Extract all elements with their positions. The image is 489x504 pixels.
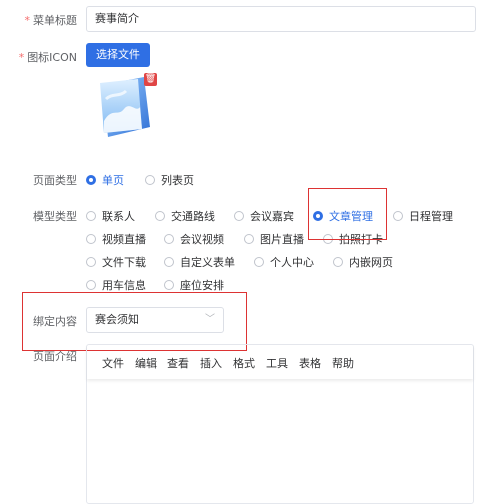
- radio-dot-icon: [86, 280, 96, 290]
- radio-model-option[interactable]: 会议嘉宾: [234, 208, 294, 224]
- radio-model-option[interactable]: 日程管理: [393, 208, 453, 224]
- menu-title-input[interactable]: 赛事简介: [86, 6, 476, 32]
- menu-view[interactable]: 查看: [167, 355, 189, 371]
- page-intro-label: 页面介绍: [33, 350, 77, 363]
- radio-dot-icon: [393, 211, 403, 221]
- model-type-label: 模型类型: [33, 210, 77, 223]
- radio-model-option[interactable]: 个人中心: [254, 254, 314, 270]
- radio-dot-icon: [333, 257, 343, 267]
- radio-dot-icon: [155, 211, 165, 221]
- menu-insert[interactable]: 插入: [200, 355, 222, 371]
- radio-model-option[interactable]: 内嵌网页: [333, 254, 393, 270]
- highlight-box-article: [308, 188, 387, 240]
- required-mark: *: [24, 14, 31, 27]
- radio-model-option[interactable]: 会议视频: [164, 231, 224, 247]
- radio-model-option[interactable]: 交通路线: [155, 208, 215, 224]
- page-type-label: 页面类型: [33, 174, 77, 187]
- radio-model-option[interactable]: 图片直播: [244, 231, 304, 247]
- radio-list-page[interactable]: 列表页: [145, 172, 194, 188]
- radio-dot-icon: [86, 234, 96, 244]
- radio-dot-icon: [86, 257, 96, 267]
- icon-label: * 图标ICON: [18, 51, 77, 64]
- radio-single-page[interactable]: 单页: [86, 172, 124, 188]
- radio-dot-icon: [254, 257, 264, 267]
- radio-dot-icon: [145, 175, 155, 185]
- radio-model-option[interactable]: 联系人: [86, 208, 135, 224]
- radio-model-option[interactable]: 视频直播: [86, 231, 146, 247]
- radio-dot-icon: [86, 211, 96, 221]
- menu-title-label: * 菜单标题: [24, 14, 78, 27]
- rich-text-editor[interactable]: 文件 编辑 查看 插入 格式 工具 表格 帮助: [86, 344, 474, 504]
- choose-file-button[interactable]: 选择文件: [86, 43, 150, 67]
- radio-dot-icon: [164, 280, 174, 290]
- menu-file[interactable]: 文件: [102, 355, 124, 371]
- radio-model-option[interactable]: 座位安排: [164, 277, 224, 293]
- menu-tools[interactable]: 工具: [266, 355, 288, 371]
- radio-dot-icon: [164, 257, 174, 267]
- highlight-box-bind: [22, 292, 247, 351]
- radio-model-option[interactable]: 自定义表单: [164, 254, 235, 270]
- radio-dot-icon: [86, 175, 96, 185]
- editor-menubar: 文件 编辑 查看 插入 格式 工具 表格 帮助: [87, 345, 473, 379]
- radio-dot-icon: [234, 211, 244, 221]
- radio-dot-icon: [244, 234, 254, 244]
- menu-help[interactable]: 帮助: [332, 355, 354, 371]
- required-mark: *: [18, 51, 25, 64]
- menu-table[interactable]: 表格: [299, 355, 321, 371]
- radio-model-option[interactable]: 文件下载: [86, 254, 146, 270]
- radio-dot-icon: [164, 234, 174, 244]
- delete-icon[interactable]: 🗑: [144, 73, 157, 86]
- menu-edit[interactable]: 编辑: [135, 355, 157, 371]
- menu-format[interactable]: 格式: [233, 355, 255, 371]
- radio-model-option[interactable]: 用车信息: [86, 277, 146, 293]
